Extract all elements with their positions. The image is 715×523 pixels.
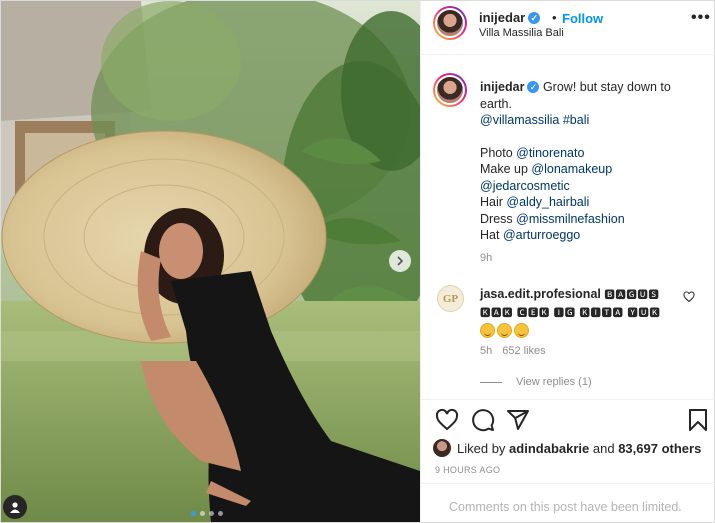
follow-button[interactable]: Follow	[562, 11, 603, 26]
action-bar	[421, 399, 715, 437]
comment-meta: 5h 652 likes	[480, 345, 546, 357]
caption-author-avatar[interactable]	[433, 73, 467, 107]
view-replies-button[interactable]: View replies (1)	[480, 376, 592, 388]
mention-link[interactable]: @villamassilia	[480, 113, 559, 127]
credit-label: Dress	[480, 211, 517, 226]
mention-link[interactable]: @lonamakeup	[531, 162, 612, 176]
more-options-icon[interactable]: •••	[691, 9, 711, 27]
carousel-dot	[209, 511, 214, 516]
hashtag-link[interactable]: #bali	[563, 113, 589, 127]
location-link[interactable]: Villa Massilia Bali	[479, 27, 564, 39]
share-icon[interactable]	[506, 408, 530, 432]
verified-badge-icon: ✓	[527, 81, 540, 93]
credit-label: Make up	[480, 162, 532, 176]
comment: jasa.edit.profesional 🅱🅰🅶🆄🆂 🅺🅰🅺 🅲🅴🅺 🅸🅶 🅺…	[480, 286, 690, 338]
mention-link[interactable]: @jedarcosmetic	[480, 179, 570, 193]
separator-dot: •	[552, 10, 557, 25]
mention-link[interactable]: @aldy_hairbali	[506, 195, 589, 209]
credit-label: Photo	[480, 145, 517, 160]
comment-timestamp[interactable]: 5h	[480, 345, 492, 357]
comments-section: inijedar ✓ Grow! but stay down to earth. …	[421, 56, 715, 399]
liker-avatar[interactable]	[433, 439, 451, 457]
likes-count-button[interactable]: 83,697 others	[618, 441, 701, 456]
mention-link[interactable]: @missmilnefashion	[516, 212, 625, 226]
carousel-dot	[218, 511, 223, 516]
carousel-next-button[interactable]	[389, 250, 411, 272]
likes-prefix: Liked by	[457, 440, 506, 456]
mention-link[interactable]: @arturroeggo	[503, 228, 580, 242]
kiss-emoji	[514, 323, 529, 338]
post-timestamp[interactable]: 9 HOURS AGO	[435, 465, 500, 475]
author-avatar[interactable]	[433, 6, 467, 40]
comment-icon[interactable]	[471, 408, 495, 432]
author-username[interactable]: inijedar ✓	[479, 10, 541, 25]
post-header: inijedar ✓ • Follow Villa Massilia Bali •…	[421, 1, 715, 55]
tagged-people-button[interactable]	[3, 495, 27, 519]
photo-woman-in-sun-hat	[1, 1, 420, 522]
comment-emojis	[480, 323, 690, 338]
bookmark-icon[interactable]	[686, 408, 710, 432]
credit-label: Hat	[480, 228, 503, 242]
instagram-post: inijedar ✓ • Follow Villa Massilia Bali •…	[0, 0, 715, 523]
mention-link[interactable]: @tinorenato	[516, 146, 584, 160]
commenter-username[interactable]: jasa.edit.profesional	[480, 287, 601, 301]
post-caption: inijedar ✓ Grow! but stay down to earth. …	[480, 79, 705, 244]
credit-label: Hair	[480, 195, 507, 209]
comments-limited-notice: Comments on this post have been limited.	[421, 483, 715, 522]
user-icon	[10, 502, 20, 513]
carousel-indicator	[191, 511, 223, 516]
likes-middle: and	[592, 440, 615, 456]
caption-timestamp[interactable]: 9h	[480, 252, 492, 264]
liker-username[interactable]: adindabakrie	[509, 441, 589, 456]
replies-line	[480, 381, 502, 383]
view-replies-label: View replies (1)	[516, 376, 592, 388]
post-photo[interactable]	[1, 1, 420, 522]
caption-username[interactable]: inijedar	[480, 80, 524, 94]
comment-likes[interactable]: 652 likes	[502, 345, 545, 357]
chevron-right-icon	[397, 256, 404, 266]
smile-emoji	[480, 323, 495, 338]
like-comment-heart-icon[interactable]	[683, 291, 695, 303]
carousel-dot	[200, 511, 205, 516]
post-sidebar: inijedar ✓ • Follow Villa Massilia Bali •…	[420, 1, 715, 522]
commenter-avatar[interactable]: GP	[437, 285, 464, 312]
heart-icon[interactable]	[435, 408, 459, 432]
blush-emoji	[497, 323, 512, 338]
verified-badge-icon: ✓	[528, 12, 541, 24]
likes-summary: Liked by adindabakrie and 83,697 others	[433, 439, 701, 457]
carousel-dot	[191, 511, 196, 516]
